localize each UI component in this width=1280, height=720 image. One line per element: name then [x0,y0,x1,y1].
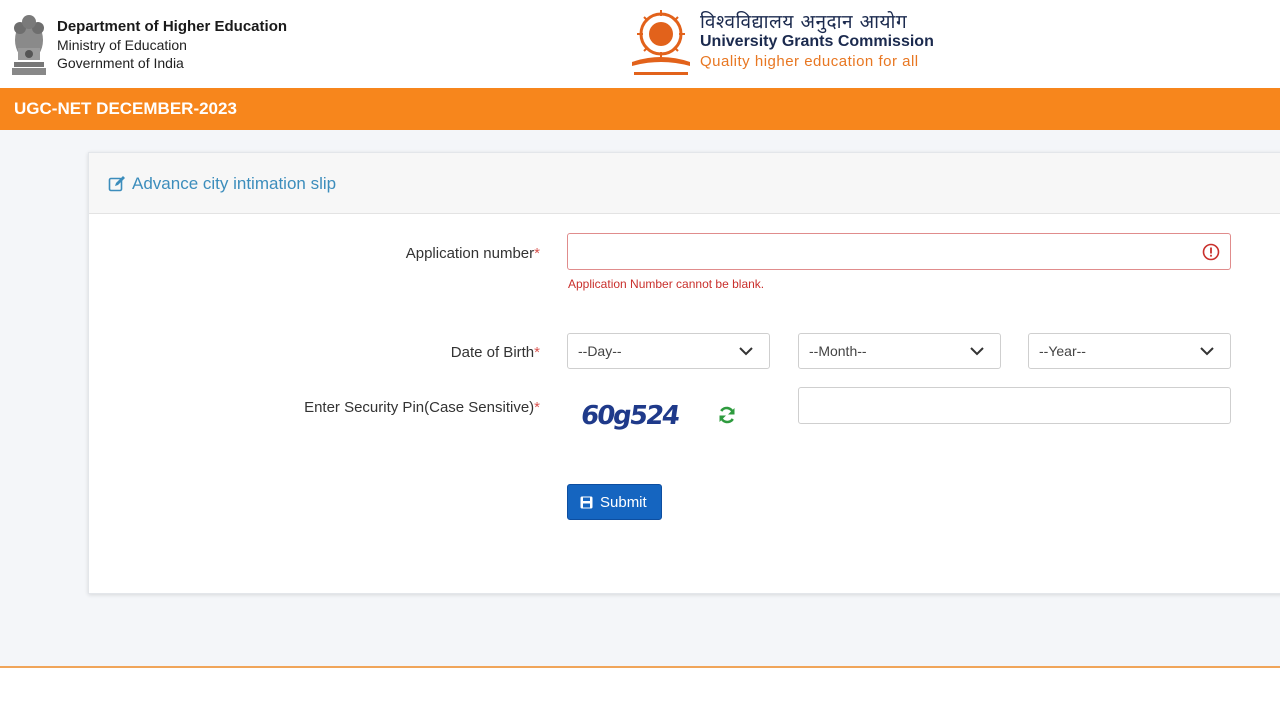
month-select[interactable]: --Month-- [798,333,1001,369]
submit-label: Submit [600,494,647,511]
ugc-tagline: Quality higher education for all [700,53,919,70]
year-select[interactable]: --Year-- [1028,333,1231,369]
application-number-label-text: Application number [405,245,535,262]
ugc-hindi-name: विश्वविद्यालय अनुदान आयोग [700,11,908,33]
dob-label-text: Date of Birth [450,344,535,361]
alert-circle-icon [1202,243,1220,261]
ministry-name: Ministry of Education [57,37,187,53]
required-asterisk: * [534,344,540,361]
required-asterisk: * [534,399,540,416]
department-block: Department of Higher Education Ministry … [57,18,287,72]
application-number-input[interactable] [567,233,1231,270]
government-name: Government of India [57,55,184,71]
site-header: Department of Higher Education Ministry … [0,0,1280,88]
day-select-value: --Day-- [578,343,622,359]
ugc-logo-icon [632,10,690,75]
intimation-form-card: Advance city intimation slip Application… [88,152,1280,594]
security-pin-label-text: Enter Security Pin(Case Sensitive) [304,399,535,416]
save-icon [580,496,593,509]
exam-title: UGC-NET DECEMBER-2023 [14,99,237,118]
captcha-text: 60g524 [578,401,681,431]
ugc-english-name: University Grants Commission [700,33,934,50]
day-select[interactable]: --Day-- [567,333,770,369]
ugc-block: विश्वविद्यालय अनुदान आयोग University Gra… [700,12,934,72]
application-number-error: Application Number cannot be blank. [568,277,765,291]
security-pin-input[interactable] [798,387,1231,424]
captcha-image: 60g524 [567,387,707,445]
chevron-down-icon [970,347,984,356]
refresh-icon[interactable] [717,405,737,425]
submit-button[interactable]: Submit [567,484,662,520]
security-pin-label: Enter Security Pin(Case Sensitive)* [304,399,540,416]
year-select-value: --Year-- [1039,343,1086,359]
national-emblem-icon [12,15,46,75]
edit-icon [108,176,125,192]
month-select-value: --Month-- [809,343,867,359]
application-number-label: Application number* [406,245,540,262]
footer [0,668,1280,720]
form-title: Advance city intimation slip [132,174,337,193]
card-header: Advance city intimation slip [89,153,1280,214]
required-asterisk: * [534,245,540,262]
department-title: Department of Higher Education [57,18,288,35]
exam-banner: UGC-NET DECEMBER-2023 [0,88,1280,130]
dob-label: Date of Birth* [451,344,540,361]
chevron-down-icon [1200,347,1214,356]
chevron-down-icon [739,347,753,356]
